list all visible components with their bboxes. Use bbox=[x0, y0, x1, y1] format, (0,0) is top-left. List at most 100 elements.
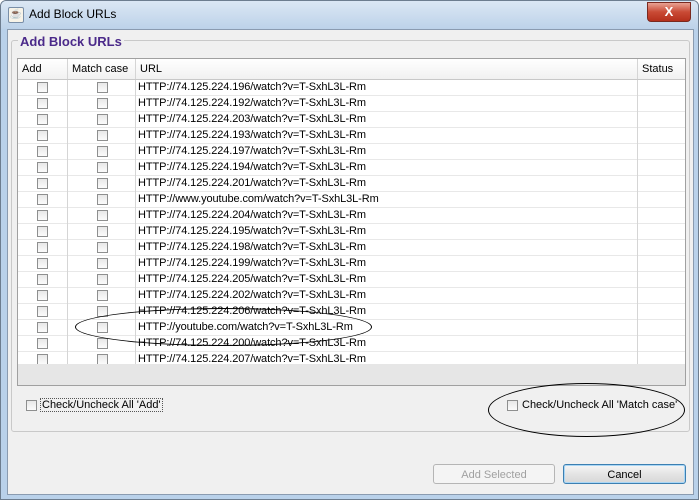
add-checkbox[interactable] bbox=[37, 178, 48, 189]
add-checkbox[interactable] bbox=[37, 274, 48, 285]
url-cell[interactable]: HTTP://74.125.224.196/watch?v=T-SxhL3L-R… bbox=[136, 80, 638, 96]
add-checkbox[interactable] bbox=[37, 82, 48, 93]
status-cell bbox=[638, 304, 685, 320]
table-row[interactable]: HTTP://74.125.224.195/watch?v=T-SxhL3L-R… bbox=[18, 224, 685, 240]
column-header-status[interactable]: Status bbox=[638, 59, 685, 79]
table-row[interactable]: HTTP://74.125.224.199/watch?v=T-SxhL3L-R… bbox=[18, 256, 685, 272]
add-cell bbox=[18, 176, 68, 192]
column-header-add[interactable]: Add bbox=[18, 59, 68, 79]
add-checkbox[interactable] bbox=[37, 114, 48, 125]
table-row[interactable]: HTTP://74.125.224.198/watch?v=T-SxhL3L-R… bbox=[18, 240, 685, 256]
match-case-checkbox[interactable] bbox=[97, 322, 108, 333]
status-cell bbox=[638, 320, 685, 336]
url-cell[interactable]: HTTP://74.125.224.201/watch?v=T-SxhL3L-R… bbox=[136, 176, 638, 192]
add-cell bbox=[18, 336, 68, 352]
table-row[interactable]: HTTP://74.125.224.203/watch?v=T-SxhL3L-R… bbox=[18, 112, 685, 128]
table-row[interactable]: HTTP://www.youtube.com/watch?v=T-SxhL3L-… bbox=[18, 192, 685, 208]
add-checkbox[interactable] bbox=[37, 290, 48, 301]
url-cell[interactable]: HTTP://www.youtube.com/watch?v=T-SxhL3L-… bbox=[136, 192, 638, 208]
table-row[interactable]: HTTP://74.125.224.206/watch?v=T-SxhL3L-R… bbox=[18, 304, 685, 320]
table-row[interactable]: HTTP://74.125.224.201/watch?v=T-SxhL3L-R… bbox=[18, 176, 685, 192]
url-cell[interactable]: HTTP://74.125.224.199/watch?v=T-SxhL3L-R… bbox=[136, 256, 638, 272]
url-cell[interactable]: HTTP://74.125.224.193/watch?v=T-SxhL3L-R… bbox=[136, 128, 638, 144]
match-case-checkbox[interactable] bbox=[97, 178, 108, 189]
match-case-cell bbox=[68, 320, 136, 336]
add-checkbox[interactable] bbox=[37, 338, 48, 349]
table-row[interactable]: HTTP://74.125.224.205/watch?v=T-SxhL3L-R… bbox=[18, 272, 685, 288]
match-case-checkbox[interactable] bbox=[97, 130, 108, 141]
url-cell[interactable]: HTTP://74.125.224.204/watch?v=T-SxhL3L-R… bbox=[136, 208, 638, 224]
add-selected-button[interactable]: Add Selected bbox=[433, 464, 555, 484]
group-title: Add Block URLs bbox=[18, 34, 124, 49]
match-case-checkbox[interactable] bbox=[97, 210, 108, 221]
add-checkbox[interactable] bbox=[37, 258, 48, 269]
add-checkbox[interactable] bbox=[37, 146, 48, 157]
match-case-cell bbox=[68, 336, 136, 352]
add-checkbox[interactable] bbox=[37, 210, 48, 221]
match-case-checkbox[interactable] bbox=[97, 258, 108, 269]
add-checkbox[interactable] bbox=[37, 130, 48, 141]
match-case-checkbox[interactable] bbox=[97, 226, 108, 237]
match-case-checkbox[interactable] bbox=[97, 242, 108, 253]
column-header-match-case[interactable]: Match case bbox=[68, 59, 136, 79]
add-cell bbox=[18, 192, 68, 208]
add-cell bbox=[18, 240, 68, 256]
url-cell[interactable]: HTTP://74.125.224.194/watch?v=T-SxhL3L-R… bbox=[136, 160, 638, 176]
url-cell[interactable]: HTTP://74.125.224.197/watch?v=T-SxhL3L-R… bbox=[136, 144, 638, 160]
match-case-checkbox[interactable] bbox=[97, 274, 108, 285]
match-case-cell bbox=[68, 96, 136, 112]
url-cell[interactable]: HTTP://youtube.com/watch?v=T-SxhL3L-Rm bbox=[136, 320, 638, 336]
match-case-checkbox[interactable] bbox=[97, 146, 108, 157]
add-cell bbox=[18, 256, 68, 272]
match-case-checkbox[interactable] bbox=[97, 338, 108, 349]
table-row[interactable]: HTTP://74.125.224.204/watch?v=T-SxhL3L-R… bbox=[18, 208, 685, 224]
dialog-body: Add Block URLs Add Match case URL Status… bbox=[7, 29, 694, 495]
url-table: Add Match case URL Status HTTP://74.125.… bbox=[17, 58, 686, 368]
add-checkbox[interactable] bbox=[37, 306, 48, 317]
check-all-match-case-checkbox[interactable] bbox=[507, 399, 518, 411]
url-cell[interactable]: HTTP://74.125.224.200/watch?v=T-SxhL3L-R… bbox=[136, 336, 638, 352]
check-all-match-case[interactable]: Check/Uncheck All 'Match case' bbox=[507, 399, 677, 411]
url-cell[interactable]: HTTP://74.125.224.206/watch?v=T-SxhL3L-R… bbox=[136, 304, 638, 320]
add-checkbox[interactable] bbox=[37, 242, 48, 253]
match-case-checkbox[interactable] bbox=[97, 306, 108, 317]
table-row[interactable]: HTTP://74.125.224.202/watch?v=T-SxhL3L-R… bbox=[18, 288, 685, 304]
url-cell[interactable]: HTTP://74.125.224.192/watch?v=T-SxhL3L-R… bbox=[136, 96, 638, 112]
check-all-add[interactable]: Check/Uncheck All 'Add' bbox=[26, 398, 163, 412]
match-case-checkbox[interactable] bbox=[97, 290, 108, 301]
table-row[interactable]: HTTP://74.125.224.196/watch?v=T-SxhL3L-R… bbox=[18, 80, 685, 96]
table-row[interactable]: HTTP://74.125.224.194/watch?v=T-SxhL3L-R… bbox=[18, 160, 685, 176]
table-row[interactable]: HTTP://74.125.224.192/watch?v=T-SxhL3L-R… bbox=[18, 96, 685, 112]
match-case-checkbox[interactable] bbox=[97, 162, 108, 173]
status-cell bbox=[638, 272, 685, 288]
status-cell bbox=[638, 288, 685, 304]
url-cell[interactable]: HTTP://74.125.224.205/watch?v=T-SxhL3L-R… bbox=[136, 272, 638, 288]
title-bar: ☕ Add Block URLs X bbox=[1, 1, 698, 29]
match-case-checkbox[interactable] bbox=[97, 82, 108, 93]
add-cell bbox=[18, 320, 68, 336]
table-row[interactable]: HTTP://74.125.224.193/watch?v=T-SxhL3L-R… bbox=[18, 128, 685, 144]
url-cell[interactable]: HTTP://74.125.224.195/watch?v=T-SxhL3L-R… bbox=[136, 224, 638, 240]
add-checkbox[interactable] bbox=[37, 194, 48, 205]
table-row[interactable]: HTTP://74.125.224.197/watch?v=T-SxhL3L-R… bbox=[18, 144, 685, 160]
match-case-cell bbox=[68, 160, 136, 176]
match-case-checkbox[interactable] bbox=[97, 114, 108, 125]
column-header-url[interactable]: URL bbox=[136, 59, 638, 79]
add-checkbox[interactable] bbox=[37, 322, 48, 333]
url-cell[interactable]: HTTP://74.125.224.198/watch?v=T-SxhL3L-R… bbox=[136, 240, 638, 256]
close-button[interactable]: X bbox=[647, 2, 691, 22]
cancel-button[interactable]: Cancel bbox=[563, 464, 686, 484]
check-all-match-case-label: Check/Uncheck All 'Match case' bbox=[522, 399, 678, 411]
table-row[interactable]: HTTP://74.125.224.200/watch?v=T-SxhL3L-R… bbox=[18, 336, 685, 352]
url-cell[interactable]: HTTP://74.125.224.203/watch?v=T-SxhL3L-R… bbox=[136, 112, 638, 128]
add-cell bbox=[18, 144, 68, 160]
match-case-checkbox[interactable] bbox=[97, 194, 108, 205]
add-checkbox[interactable] bbox=[37, 226, 48, 237]
check-all-add-checkbox[interactable] bbox=[26, 399, 37, 411]
add-checkbox[interactable] bbox=[37, 98, 48, 109]
match-case-checkbox[interactable] bbox=[97, 98, 108, 109]
url-cell[interactable]: HTTP://74.125.224.202/watch?v=T-SxhL3L-R… bbox=[136, 288, 638, 304]
table-row[interactable]: HTTP://youtube.com/watch?v=T-SxhL3L-Rm bbox=[18, 320, 685, 336]
add-checkbox[interactable] bbox=[37, 162, 48, 173]
status-cell bbox=[638, 240, 685, 256]
